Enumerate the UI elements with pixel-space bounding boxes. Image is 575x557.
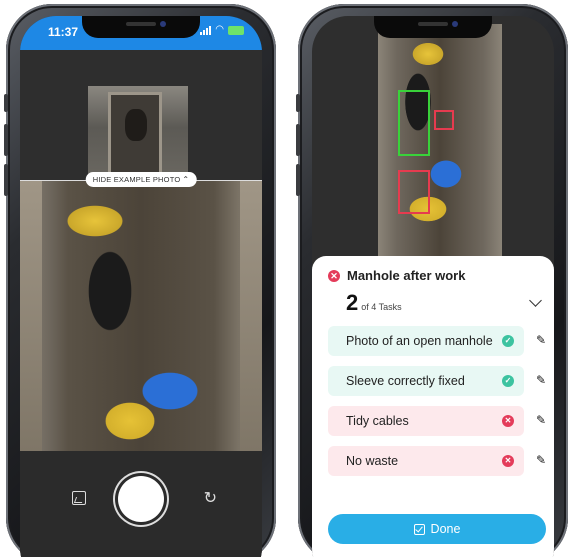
gallery-icon[interactable] [72, 491, 86, 505]
status-icons: ◠ [200, 25, 244, 35]
task-label: No waste [346, 454, 399, 468]
error-icon: ✕ [502, 415, 514, 427]
task-label: Tidy cables [346, 414, 409, 428]
check-icon: ✓ [502, 375, 514, 387]
right-screen: ✕ Manhole after work 2 of 4 Tasks Photo … [312, 16, 554, 557]
hide-example-button[interactable]: HIDE EXAMPLE PHOTO ⌃ [85, 172, 197, 187]
edit-icon[interactable]: ✎ [536, 333, 546, 347]
sheet-header: ✕ Manhole after work [328, 268, 465, 283]
side-button [4, 124, 8, 156]
task-label: Sleeve correctly fixed [346, 374, 465, 388]
flip-camera-icon[interactable]: ↻ [204, 488, 217, 508]
chevron-up-icon: ⌃ [182, 175, 190, 184]
left-screen: 11:37 ◠ HIDE EXAMPLE PHOTO ⌃ ↻ [20, 16, 262, 557]
hide-example-label: HIDE EXAMPLE PHOTO [92, 175, 181, 184]
error-icon: ✕ [502, 455, 514, 467]
side-button [296, 124, 300, 156]
shutter-button[interactable] [118, 476, 164, 522]
task-item[interactable]: Photo of an open manhole ✓ [328, 326, 524, 356]
notch [82, 16, 200, 38]
done-button[interactable]: Done [328, 514, 546, 544]
app-showcase: 11:37 ◠ HIDE EXAMPLE PHOTO ⌃ ↻ ✕ Manhole… [0, 0, 575, 557]
check-icon: ✓ [502, 335, 514, 347]
checkbox-icon [413, 523, 425, 535]
detection-box-red [398, 170, 430, 214]
signal-icon [200, 25, 212, 35]
task-item[interactable]: Tidy cables ✕ [328, 406, 524, 436]
of-tasks: of 4 Tasks [361, 302, 402, 312]
status-time: 11:37 [48, 25, 79, 39]
side-button [4, 94, 8, 112]
example-area [20, 50, 262, 190]
task-sheet: ✕ Manhole after work 2 of 4 Tasks Photo … [312, 256, 554, 557]
detection-box-red [434, 110, 454, 130]
side-button [296, 94, 300, 112]
done-count: 2 [346, 290, 359, 315]
chevron-down-icon[interactable] [529, 294, 542, 307]
side-button [4, 164, 8, 196]
task-label: Photo of an open manhole [346, 334, 493, 348]
detection-box-green [398, 90, 430, 156]
edit-icon[interactable]: ✎ [536, 453, 546, 467]
error-icon: ✕ [328, 269, 340, 282]
side-button [296, 164, 300, 196]
notch [374, 16, 492, 38]
annotated-photo [378, 24, 502, 256]
wifi-icon: ◠ [215, 24, 224, 35]
right-phone: ✕ Manhole after work 2 of 4 Tasks Photo … [296, 4, 568, 557]
sheet-title: Manhole after work [347, 268, 466, 283]
left-phone: 11:37 ◠ HIDE EXAMPLE PHOTO ⌃ ↻ [4, 4, 276, 557]
camera-viewfinder [20, 181, 262, 451]
task-item[interactable]: Sleeve correctly fixed ✓ [328, 366, 524, 396]
task-count: 2 of 4 Tasks [346, 290, 402, 316]
task-item[interactable]: No waste ✕ [328, 446, 524, 476]
done-label: Done [430, 522, 461, 536]
edit-icon[interactable]: ✎ [536, 413, 546, 427]
battery-icon [228, 25, 244, 35]
edit-icon[interactable]: ✎ [536, 373, 546, 387]
